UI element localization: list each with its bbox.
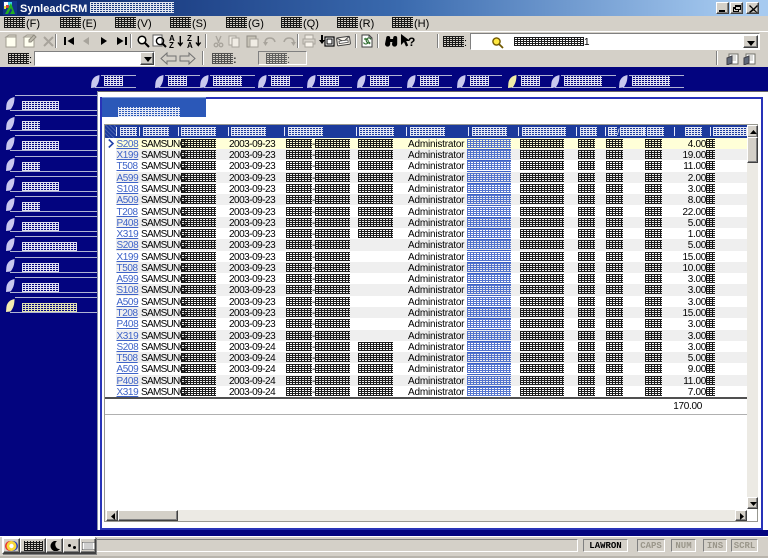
svg-text:A: A xyxy=(187,41,193,48)
svg-text:?: ? xyxy=(408,35,415,48)
svg-text:Z: Z xyxy=(169,41,174,48)
